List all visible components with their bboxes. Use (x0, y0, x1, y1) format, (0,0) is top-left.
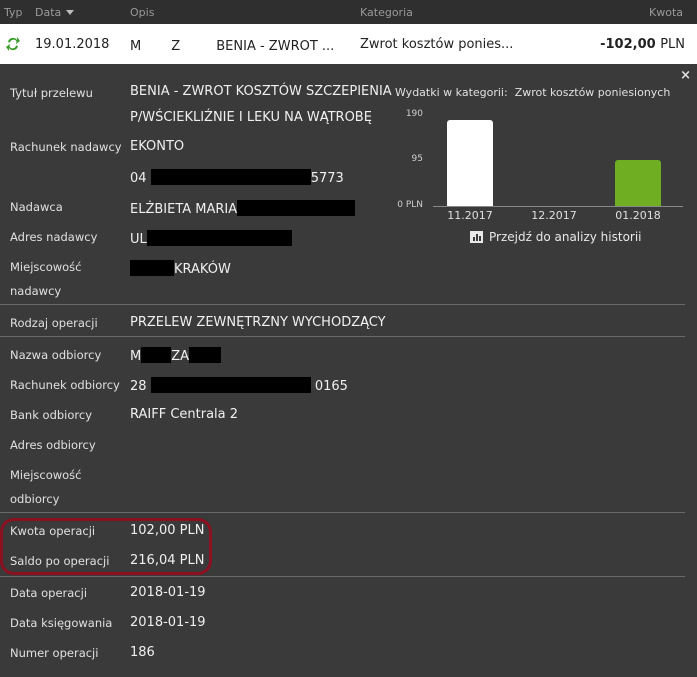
close-icon[interactable]: × (680, 68, 691, 83)
label-rodzaj: Rodzaj operacji (10, 316, 98, 330)
chart-title: Wydatki w kategorii: Zwrot kosztów ponie… (395, 86, 670, 99)
odb-acc-prefix: 28 (130, 379, 147, 394)
redaction (150, 169, 311, 185)
chart-bar-01.2018[interactable] (615, 160, 661, 206)
nadawca-name: ELŻBIETA MARIA (130, 202, 238, 217)
acc-suffix: 5773 (310, 171, 344, 186)
redaction (189, 347, 222, 363)
desc-mid: Z (171, 39, 181, 54)
value-tytul-2: P/WŚCIEKLIŹNIE I LEKU NA WĄTROBĘ (130, 110, 372, 125)
redaction (150, 377, 311, 393)
ytick-max: 190 (405, 109, 423, 119)
label-nazwa-odbiorcy: Nazwa odbiorcy (10, 348, 102, 362)
col-kategoria[interactable]: Kategoria (360, 6, 413, 19)
separator (0, 576, 685, 577)
separator (0, 336, 685, 337)
value-rachunek-nadawcy-1: EKONTO (130, 139, 185, 154)
col-kwota[interactable]: Kwota (649, 6, 683, 19)
acc-prefix: 04 (130, 171, 147, 186)
ytick-mid: 95 (411, 154, 423, 164)
row-date: 19.01.2018 (35, 37, 110, 52)
amount-value: -102,00 (600, 37, 656, 52)
label-miejscowosc-odbiorcy-1: Miejscowość (10, 468, 82, 482)
ytick-zero: 0 PLN (397, 200, 423, 210)
odb-acc-suffix: 0165 (314, 379, 348, 394)
value-data-ksiegowania: 2018-01-19 (130, 615, 206, 630)
label-miejscowosc-odbiorcy-2: odbiorcy (10, 492, 60, 506)
redaction (141, 37, 172, 53)
chart-icon (470, 231, 483, 243)
details-panel: × Tytuł przelewu BENIA - ZWROT KOSZTÓW S… (0, 64, 697, 677)
value-adres-nadawcy: UL (130, 230, 292, 247)
label-rachunek-odbiorcy: Rachunek odbiorcy (10, 378, 120, 392)
label-rachunek-nadawcy: Rachunek nadawcy (10, 140, 122, 154)
row-amount: -102,00 PLN (600, 37, 685, 52)
row-category: Zwrot kosztów ponies... (360, 37, 514, 52)
value-nazwa-odbiorcy: M ZA (130, 347, 222, 364)
label-nadawca: Nadawca (10, 200, 63, 214)
redaction (180, 37, 213, 53)
label-numer: Numer operacji (10, 646, 99, 660)
chart-bar-11.2017[interactable] (447, 120, 493, 206)
desc-prefix: M (130, 39, 142, 54)
chart-title-prefix: Wydatki w kategorii: (395, 86, 508, 99)
chart-xtick-12.2017: 12.2017 (531, 209, 577, 222)
value-tytul-1: BENIA - ZWROT KOSZTÓW SZCZEPIENIA (130, 84, 392, 99)
chart-x-axis (433, 206, 683, 207)
label-bank-odbiorcy: Bank odbiorcy (10, 408, 93, 422)
label-miejscowosc-nadawcy-1: Miejscowość (10, 260, 82, 274)
value-miejscowosc-nadawcy: KRAKÓW (130, 260, 231, 277)
redaction (237, 200, 356, 216)
highlight-outline (0, 518, 212, 575)
desc-suffix: BENIA - ZWROT ... (216, 39, 335, 54)
transfer-icon (6, 36, 20, 52)
transaction-row[interactable]: 19.01.2018 M Z BENIA - ZWROT ... Zwrot ko… (0, 24, 697, 64)
label-adres-nadawcy: Adres nadawcy (10, 230, 98, 244)
value-rachunek-nadawcy-2: 04 5773 (130, 169, 344, 186)
value-rodzaj: PRZELEW ZEWNĘTRZNY WYCHODZĄCY (130, 315, 386, 330)
chart-xtick-11.2017: 11.2017 (447, 209, 493, 222)
amount-currency: PLN (660, 37, 685, 52)
value-nadawca: ELŻBIETA MARIA (130, 200, 356, 217)
value-data-operacji: 2018-01-19 (130, 585, 206, 600)
label-data-ksiegowania: Data księgowania (10, 616, 113, 630)
label-adres-odbiorcy: Adres odbiorcy (10, 438, 96, 452)
chart-xtick-01.2018: 01.2018 (615, 209, 661, 222)
redaction (130, 260, 174, 276)
separator (0, 304, 685, 305)
odb-prefix: M (130, 349, 142, 364)
label-tytul: Tytuł przelewu (10, 86, 93, 100)
col-opis[interactable]: Opis (130, 6, 154, 19)
city: KRAKÓW (174, 262, 231, 277)
label-miejscowosc-nadawcy-2: nadawcy (10, 284, 62, 298)
row-description: M Z BENIA - ZWROT ... (130, 37, 334, 54)
history-analysis-label: Przejdź do analizy historii (489, 230, 642, 244)
col-data[interactable]: Data (35, 6, 75, 19)
separator (0, 512, 685, 513)
value-rachunek-odbiorcy: 28 0165 (130, 377, 348, 394)
redaction (141, 347, 172, 363)
chart-title-category: Zwrot kosztów poniesionych (514, 86, 671, 99)
redaction (146, 230, 292, 246)
col-typ[interactable]: Typ (4, 6, 23, 19)
table-header: Typ Data Opis Kategoria Kwota (0, 0, 697, 24)
value-numer: 186 (130, 645, 155, 660)
odb-mid: ZA (171, 349, 190, 364)
sort-down-icon (66, 10, 75, 15)
adres-prefix: UL (130, 232, 147, 247)
history-analysis-link[interactable]: Przejdź do analizy historii (470, 230, 642, 244)
expense-chart: 190 95 0 PLN 11.2017 12.2017 01.2018 (395, 104, 685, 224)
value-bank-odbiorcy: RAIFF Centrala 2 (130, 407, 239, 422)
col-data-label: Data (35, 6, 62, 19)
label-data-operacji: Data operacji (10, 586, 88, 600)
